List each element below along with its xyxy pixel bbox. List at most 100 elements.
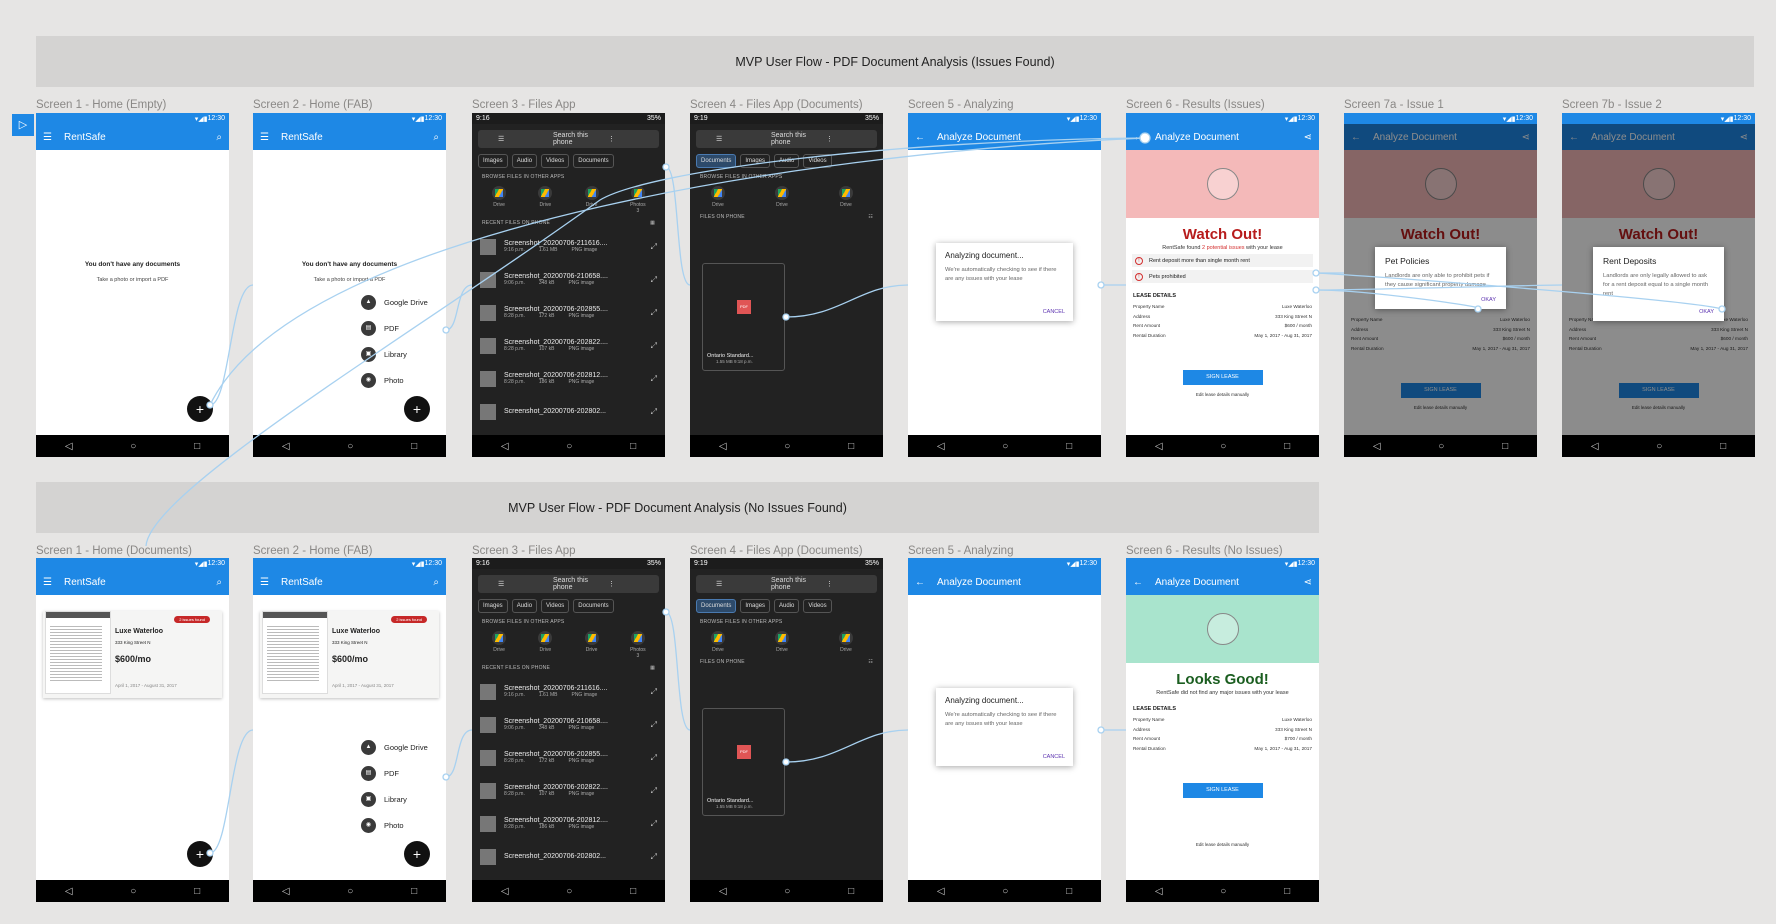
drive-app[interactable]: Drive bbox=[575, 631, 609, 659]
recents-icon[interactable]: □ bbox=[848, 886, 854, 897]
fab-menu-photo[interactable]: ◉ Photo bbox=[361, 373, 404, 388]
file-row[interactable]: Screenshot_20200706-202822.... 8:28 p.m. 1… bbox=[472, 774, 665, 807]
home-icon[interactable]: ○ bbox=[130, 441, 136, 452]
sign-lease-button[interactable]: SIGN LEASE bbox=[1182, 783, 1263, 798]
recents-icon[interactable]: □ bbox=[1284, 441, 1290, 452]
home-icon[interactable]: ○ bbox=[784, 886, 790, 897]
share-icon[interactable]: ⋖ bbox=[1304, 132, 1312, 143]
back-icon[interactable]: ◁ bbox=[1373, 441, 1381, 452]
expand-icon[interactable]: ⤢ bbox=[651, 753, 657, 763]
expand-icon[interactable]: ⤢ bbox=[651, 308, 657, 318]
recents-icon[interactable]: □ bbox=[630, 441, 636, 452]
expand-icon[interactable]: ⤢ bbox=[651, 341, 657, 351]
more-icon[interactable]: ⋮ bbox=[608, 580, 651, 588]
add-fab-button[interactable]: + bbox=[187, 396, 213, 422]
grid-view-icon[interactable]: ▦ bbox=[650, 665, 655, 671]
home-icon[interactable]: ○ bbox=[1438, 441, 1444, 452]
okay-button[interactable]: OKAY bbox=[1699, 309, 1714, 315]
drive-app[interactable]: Drive bbox=[764, 186, 800, 208]
pdf-file-card[interactable]: PDF Ontario Standard... 1.55 MB 9:18 p.m. bbox=[702, 263, 785, 371]
back-icon[interactable]: ◁ bbox=[65, 886, 73, 897]
file-row[interactable]: Screenshot_20200706-202855.... 8:28 p.m. 1… bbox=[472, 296, 665, 329]
drive-app[interactable]: Drive bbox=[482, 631, 516, 659]
search-icon[interactable]: ⌕ bbox=[433, 577, 439, 588]
file-row[interactable]: Screenshot_20200706-210658.... 9:06 p.m. 3… bbox=[472, 263, 665, 296]
fab-menu-google-drive[interactable]: ▲ Google Drive bbox=[361, 295, 428, 310]
files-search-bar[interactable]: ☰ Search this phone ⋮ bbox=[478, 575, 659, 593]
drive-app[interactable]: Drive bbox=[482, 186, 516, 214]
expand-icon[interactable]: ⤢ bbox=[651, 687, 657, 697]
list-view-icon[interactable]: ☷ bbox=[868, 659, 873, 665]
photos-app[interactable]: Photos 3 bbox=[621, 631, 655, 659]
chip-documents[interactable]: Documents bbox=[696, 599, 737, 613]
file-row[interactable]: Screenshot_20200706-202802... ⤢ bbox=[472, 840, 665, 873]
back-icon[interactable]: ◁ bbox=[282, 441, 290, 452]
grid-view-icon[interactable]: ▦ bbox=[650, 220, 655, 226]
recents-icon[interactable]: □ bbox=[1284, 886, 1290, 897]
photos-app[interactable]: Photos 3 bbox=[621, 186, 655, 214]
fab-menu-pdf[interactable]: ▤ PDF bbox=[361, 766, 399, 781]
menu-icon[interactable]: ☰ bbox=[43, 132, 52, 143]
back-icon[interactable]: ◁ bbox=[65, 441, 73, 452]
home-icon[interactable]: ○ bbox=[1220, 886, 1226, 897]
chip-documents[interactable]: Documents bbox=[573, 154, 614, 168]
fab-menu-pdf[interactable]: ▤ PDF bbox=[361, 321, 399, 336]
back-icon[interactable]: ◁ bbox=[1155, 886, 1163, 897]
issue-row[interactable]: ! Pets prohibited bbox=[1132, 270, 1313, 283]
recents-icon[interactable]: □ bbox=[194, 441, 200, 452]
chip-documents[interactable]: Documents bbox=[696, 154, 737, 168]
home-icon[interactable]: ○ bbox=[1656, 441, 1662, 452]
search-icon[interactable]: ⌕ bbox=[216, 132, 222, 143]
share-icon[interactable]: ⋖ bbox=[1304, 577, 1312, 588]
recents-icon[interactable]: □ bbox=[411, 886, 417, 897]
expand-icon[interactable]: ⤢ bbox=[651, 407, 657, 417]
edit-lease-link[interactable]: Edit lease details manually bbox=[1126, 392, 1319, 397]
search-icon[interactable]: ⌕ bbox=[216, 577, 222, 588]
home-icon[interactable]: ○ bbox=[566, 886, 572, 897]
recents-icon[interactable]: □ bbox=[1066, 441, 1072, 452]
back-icon[interactable]: ◁ bbox=[719, 886, 727, 897]
chip-images[interactable]: Images bbox=[478, 599, 508, 613]
edit-lease-link[interactable]: Edit lease details manually bbox=[1126, 842, 1319, 847]
file-row[interactable]: Screenshot_20200706-202855.... 8:28 p.m. 1… bbox=[472, 741, 665, 774]
drive-app[interactable]: Drive bbox=[700, 631, 736, 653]
menu-icon[interactable]: ☰ bbox=[260, 132, 269, 143]
pdf-file-card[interactable]: PDF Ontario Standard... 1.55 MB 9:18 p.m. bbox=[702, 708, 785, 816]
okay-button[interactable]: OKAY bbox=[1481, 297, 1496, 303]
back-icon[interactable]: ◁ bbox=[501, 886, 509, 897]
add-fab-button[interactable]: + bbox=[187, 841, 213, 867]
file-row[interactable]: Screenshot_20200706-202812.... 8:28 p.m. 1… bbox=[472, 807, 665, 840]
file-row[interactable]: Screenshot_20200706-211616.... 9:16 p.m. 1… bbox=[472, 675, 665, 708]
chip-videos[interactable]: Videos bbox=[541, 154, 570, 168]
file-row[interactable]: Screenshot_20200706-202822.... 8:28 p.m. 1… bbox=[472, 329, 665, 362]
back-arrow-icon[interactable]: ← bbox=[915, 132, 925, 143]
files-search-bar[interactable]: ☰ Search this phone ⋮ bbox=[696, 130, 877, 148]
drive-app[interactable]: Drive bbox=[700, 186, 736, 208]
expand-icon[interactable]: ⤢ bbox=[651, 819, 657, 829]
home-icon[interactable]: ○ bbox=[130, 886, 136, 897]
menu-icon[interactable]: ☰ bbox=[498, 580, 541, 588]
back-icon[interactable]: ◁ bbox=[1591, 441, 1599, 452]
back-icon[interactable]: ◁ bbox=[719, 441, 727, 452]
chip-videos[interactable]: Videos bbox=[803, 154, 832, 168]
add-fab-button[interactable]: + bbox=[404, 841, 430, 867]
home-icon[interactable]: ○ bbox=[1002, 886, 1008, 897]
recents-icon[interactable]: □ bbox=[1720, 441, 1726, 452]
chip-images[interactable]: Images bbox=[740, 154, 771, 168]
recents-icon[interactable]: □ bbox=[848, 441, 854, 452]
chip-audio[interactable]: Audio bbox=[774, 154, 800, 168]
back-icon[interactable]: ◁ bbox=[501, 441, 509, 452]
search-icon[interactable]: ⌕ bbox=[433, 132, 439, 143]
drive-app[interactable]: Drive bbox=[528, 186, 562, 214]
home-icon[interactable]: ○ bbox=[1220, 441, 1226, 452]
chip-audio[interactable]: Audio bbox=[774, 599, 800, 613]
back-arrow-icon[interactable]: ← bbox=[1133, 132, 1143, 143]
drive-app[interactable]: Drive bbox=[575, 186, 609, 214]
cancel-button[interactable]: CANCEL bbox=[1043, 754, 1065, 760]
home-icon[interactable]: ○ bbox=[784, 441, 790, 452]
expand-icon[interactable]: ⤢ bbox=[651, 275, 657, 285]
chip-audio[interactable]: Audio bbox=[511, 599, 538, 613]
back-arrow-icon[interactable]: ← bbox=[915, 577, 925, 588]
recents-icon[interactable]: □ bbox=[630, 886, 636, 897]
files-search-bar[interactable]: ☰ Search this phone ⋮ bbox=[478, 130, 659, 148]
